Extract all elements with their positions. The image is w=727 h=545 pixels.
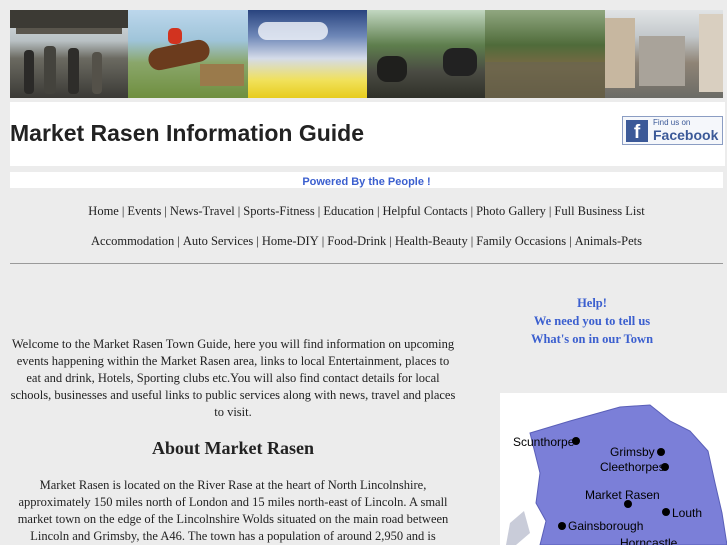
help-line-tell-us: We need you to tell us <box>533 314 651 328</box>
nav-events[interactable]: Events <box>127 204 161 218</box>
facebook-find-label: Find us on <box>653 118 691 127</box>
map-label-cleethorpes: Cleethorpes <box>600 460 665 474</box>
nav-divider <box>10 263 723 264</box>
area-map[interactable]: Scunthorpe Grimsby Cleethorpes Market Ra… <box>500 393 727 545</box>
map-coast-shape <box>506 511 530 545</box>
nav-food-drink[interactable]: Food-Drink <box>327 234 386 248</box>
louth-marker <box>662 508 670 516</box>
nav-home-diy[interactable]: Home-DIY <box>262 234 319 248</box>
about-heading: About Market Rasen <box>152 438 314 458</box>
nav-auto-services[interactable]: Auto Services <box>183 234 253 248</box>
nav-photo-gallery[interactable]: Photo Gallery <box>476 204 546 218</box>
nav-health-beauty[interactable]: Health-Beauty <box>395 234 468 248</box>
help-line-whats-on: What's on in our Town <box>530 332 654 346</box>
nav-education[interactable]: Education <box>323 204 374 218</box>
page-title: Market Rasen Information Guide <box>10 120 365 146</box>
map-label-market-rasen: Market Rasen <box>585 488 660 502</box>
about-paragraph: Market Rasen is located on the River Ras… <box>17 478 449 543</box>
help-callout[interactable]: Help! We need you to tell us What's on i… <box>500 294 684 348</box>
map-label-louth: Louth <box>672 506 703 520</box>
nav-menu-primary: Home | Events | News-Travel | Sports-Fitness | E… <box>88 204 645 218</box>
facebook-button[interactable]: f Find us on Facebook <box>622 116 723 145</box>
map-label-scunthorpe: Scunthorpe <box>513 435 575 449</box>
facebook-brand-label: Facebook <box>653 127 719 143</box>
nav-family-occasions[interactable]: Family Occasions <box>476 234 566 248</box>
gainsborough-marker <box>558 522 566 530</box>
nav-news-travel[interactable]: News-Travel <box>170 204 235 218</box>
intro-paragraph: Welcome to the Market Rasen Town Guide, … <box>10 337 456 419</box>
horse-racing-photo <box>128 10 248 98</box>
facebook-icon: f <box>626 119 648 142</box>
rapeseed-field-photo <box>248 10 367 98</box>
powered-by-text: Powered By the People ! <box>302 176 431 188</box>
nav-animals-pets[interactable]: Animals-Pets <box>575 234 642 248</box>
motorcycle-race-photo <box>367 10 485 98</box>
nav-accommodation[interactable]: Accommodation <box>91 234 174 248</box>
nav-full-business-list[interactable]: Full Business List <box>554 204 644 218</box>
nav-home[interactable]: Home <box>88 204 119 218</box>
nav-menu-secondary: Accommodation | Auto Services | Home-DIY | Foo… <box>90 234 643 248</box>
grimsby-marker <box>657 448 665 456</box>
map-label-horncastle: Horncastle <box>620 536 678 545</box>
high-street-photo <box>605 10 723 98</box>
powered-by-bar: Powered By the People ! <box>10 172 723 188</box>
market-crowd-photo <box>10 10 128 98</box>
photo-banner <box>10 10 723 98</box>
river-photo <box>485 10 605 98</box>
map-label-gainsborough: Gainsborough <box>568 519 644 533</box>
nav-helpful-contacts[interactable]: Helpful Contacts <box>383 204 468 218</box>
help-title: Help! <box>577 296 607 310</box>
nav-sports-fitness[interactable]: Sports-Fitness <box>243 204 315 218</box>
title-bar: Market Rasen Information Guide f Find us… <box>10 102 725 166</box>
map-label-grimsby: Grimsby <box>610 445 655 459</box>
